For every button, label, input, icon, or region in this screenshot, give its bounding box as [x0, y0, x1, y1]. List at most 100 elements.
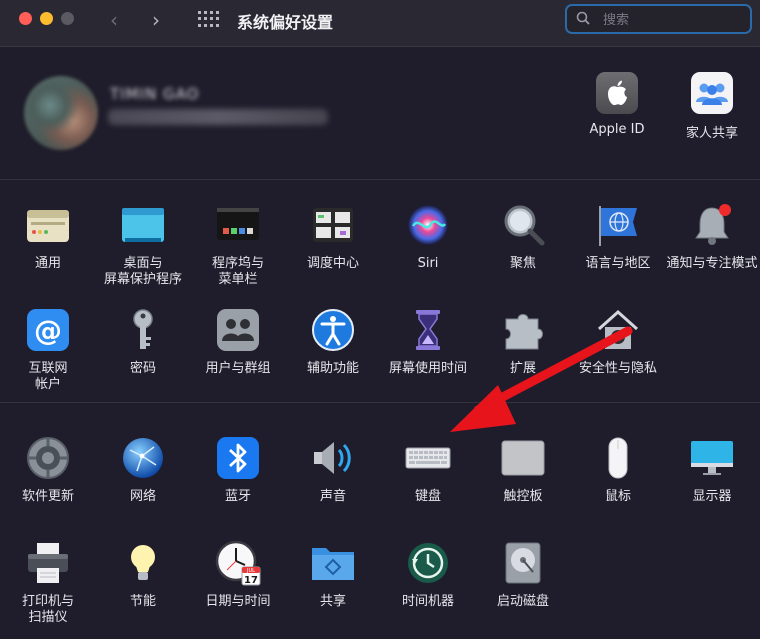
pref-users-groups[interactable]: 用户与群组: [190, 307, 286, 377]
search-input[interactable]: [601, 10, 745, 30]
time-machine-icon: [405, 540, 451, 586]
pref-label: 启动磁盘: [496, 594, 549, 609]
spotlight-icon: [500, 202, 546, 248]
pref-language-region[interactable]: 语言与地区: [570, 202, 666, 272]
window-titlebar: ‹ › 系统偏好设置: [0, 0, 760, 47]
dock-menubar-icon: [215, 202, 261, 248]
pref-notifications[interactable]: 通知与专注模式: [664, 202, 760, 272]
pref-desktop-screensaver[interactable]: 桌面与 屏幕保护程序: [95, 202, 191, 288]
pref-network[interactable]: 网络: [95, 435, 191, 505]
pref-general[interactable]: 通用: [0, 202, 96, 272]
pref-accessibility[interactable]: 辅助功能: [285, 307, 381, 377]
pref-mouse[interactable]: 鼠标: [570, 435, 666, 505]
pref-screen-time[interactable]: 屏幕使用时间: [380, 307, 476, 377]
pref-label: 日期与时间: [205, 594, 271, 609]
pref-label: 声音: [319, 489, 346, 504]
hardware-preferences-section: 软件更新 网络 蓝牙 声音 键盘 触控板 鼠标 显示器 打印机与 扫描仪 节能 …: [0, 403, 760, 639]
pref-label: 鼠标: [604, 489, 631, 504]
search-field[interactable]: [565, 4, 752, 34]
pref-label: 密码: [129, 361, 156, 376]
forward-button[interactable]: ›: [152, 8, 160, 32]
pref-label: 网络: [129, 489, 156, 504]
pref-label: 聚焦: [509, 256, 536, 271]
pref-startup-disk[interactable]: 启动磁盘: [475, 540, 571, 610]
pref-siri[interactable]: Siri: [380, 202, 476, 272]
pref-label: Siri: [417, 256, 439, 271]
search-icon: [576, 11, 590, 25]
personal-preferences-section: 通用 桌面与 屏幕保护程序 程序坞与 菜单栏 调度中心 Siri 聚焦 语言与地…: [0, 180, 760, 403]
screen-time-icon: [405, 307, 451, 353]
pref-trackpad[interactable]: 触控板: [475, 435, 571, 505]
close-window-button[interactable]: [19, 12, 32, 25]
zoom-window-button[interactable]: [61, 12, 74, 25]
pref-label: 共享: [319, 594, 346, 609]
pref-printers-scanners[interactable]: 打印机与 扫描仪: [0, 540, 96, 626]
family-sharing-icon: [691, 72, 733, 114]
mission-control-icon: [310, 202, 356, 248]
pref-label: 通用: [34, 256, 61, 271]
pref-time-machine[interactable]: 时间机器: [380, 540, 476, 610]
pref-mission-control[interactable]: 调度中心: [285, 202, 381, 272]
sound-icon: [310, 435, 356, 481]
pref-security-privacy[interactable]: 安全性与隐私: [570, 307, 666, 377]
pref-spotlight[interactable]: 聚焦: [475, 202, 571, 272]
pref-internet-accounts[interactable]: @ 互联网 帐户: [0, 307, 96, 393]
account-subtitle-redacted: [108, 109, 328, 125]
user-avatar[interactable]: [24, 76, 98, 150]
pref-extensions[interactable]: 扩展: [475, 307, 571, 377]
pref-label: 打印机与 扫描仪: [21, 594, 74, 625]
printers-scanners-icon: [25, 540, 71, 586]
apple-id-label: Apple ID: [589, 122, 645, 137]
sharing-icon: [310, 540, 356, 586]
pref-label: 键盘: [414, 489, 441, 504]
pref-displays[interactable]: 显示器: [664, 435, 760, 505]
energy-saver-icon: [120, 540, 166, 586]
calendar-month: JUL: [246, 568, 255, 574]
network-icon: [120, 435, 166, 481]
pref-keyboard[interactable]: 键盘: [380, 435, 476, 505]
svg-text:@: @: [34, 314, 62, 347]
keyboard-icon: [405, 435, 451, 481]
pref-sound[interactable]: 声音: [285, 435, 381, 505]
pref-label: 调度中心: [306, 256, 359, 271]
minimize-window-button[interactable]: [40, 12, 53, 25]
passwords-icon: [120, 307, 166, 353]
mouse-icon: [595, 435, 641, 481]
startup-disk-icon: [500, 540, 546, 586]
pref-software-update[interactable]: 软件更新: [0, 435, 96, 505]
software-update-icon: [25, 435, 71, 481]
siri-icon: [405, 202, 451, 248]
back-button[interactable]: ‹: [110, 8, 118, 32]
pref-label: 扩展: [509, 361, 536, 376]
security-privacy-icon: [595, 307, 641, 353]
pref-label: 软件更新: [21, 489, 74, 504]
pref-label: 通知与专注模式: [666, 256, 758, 271]
date-time-icon: JUL 17: [215, 540, 261, 586]
pref-bluetooth[interactable]: 蓝牙: [190, 435, 286, 505]
pref-label: 节能: [129, 594, 156, 609]
pref-label: 程序坞与 菜单栏: [211, 256, 264, 287]
pref-energy-saver[interactable]: 节能: [95, 540, 191, 610]
general-icon: [25, 202, 71, 248]
pref-sharing[interactable]: 共享: [285, 540, 381, 610]
pref-passwords[interactable]: 密码: [95, 307, 191, 377]
notifications-icon: [689, 202, 735, 248]
accessibility-icon: [310, 307, 356, 353]
account-name: TIMIN GAO: [110, 85, 200, 103]
extensions-icon: [500, 307, 546, 353]
pref-date-time[interactable]: JUL 17 日期与时间: [190, 540, 286, 610]
show-all-grid-icon[interactable]: [198, 11, 220, 27]
desktop-screensaver-icon: [120, 202, 166, 248]
bluetooth-icon: [215, 435, 261, 481]
pref-label: 桌面与 屏幕保护程序: [103, 256, 182, 287]
apple-icon: [596, 72, 638, 114]
users-groups-icon: [215, 307, 261, 353]
pref-dock-menubar[interactable]: 程序坞与 菜单栏: [190, 202, 286, 288]
apple-id-pref[interactable]: Apple ID: [577, 72, 657, 137]
calendar-day: 17: [244, 575, 258, 586]
window-title: 系统偏好设置: [237, 13, 334, 32]
family-sharing-label: 家人共享: [685, 126, 738, 141]
trackpad-icon: [500, 435, 546, 481]
pref-label: 辅助功能: [306, 361, 359, 376]
family-sharing-pref[interactable]: 家人共享: [672, 72, 752, 141]
